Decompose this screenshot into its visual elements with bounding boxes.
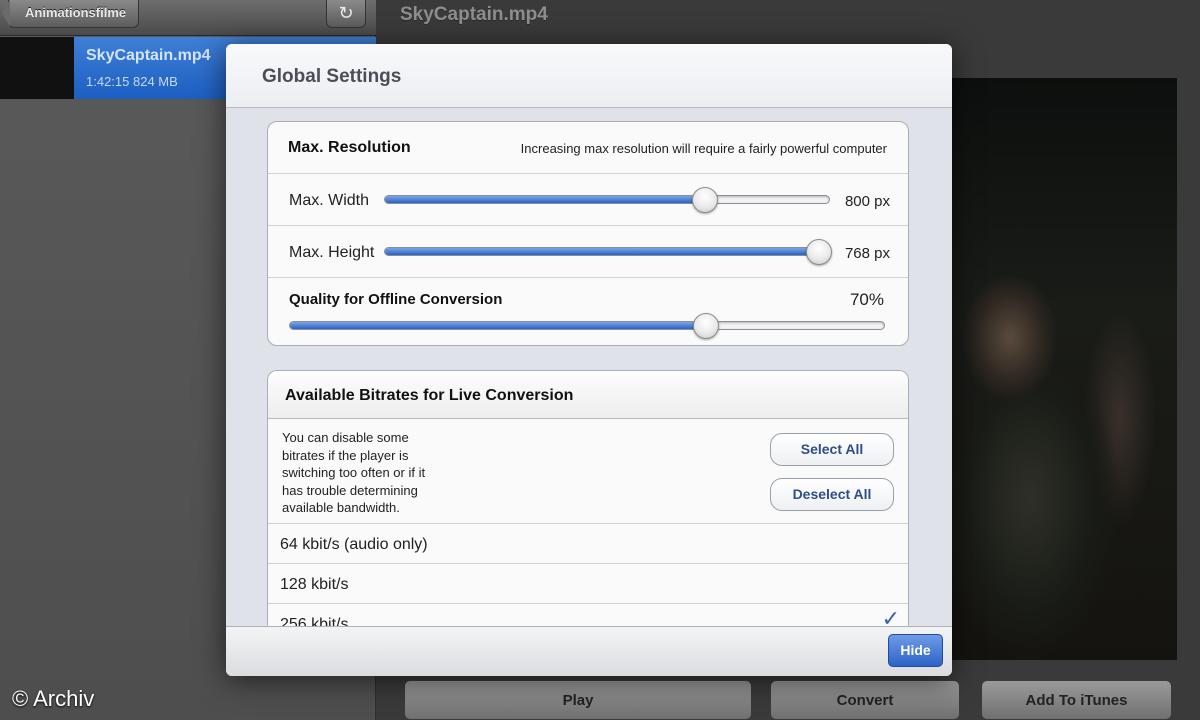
max-height-slider-fill (385, 248, 819, 255)
modal-body[interactable]: Max. Resolution Increasing max resolutio… (226, 109, 952, 626)
deselect-all-button[interactable]: Deselect All (770, 478, 894, 511)
bitrates-description-row: You can disable some bitrates if the pla… (268, 419, 908, 524)
description-line: has trouble determining (282, 482, 418, 498)
resolution-header: Max. Resolution (288, 139, 411, 156)
max-width-slider-thumb[interactable] (691, 187, 718, 213)
max-width-slider[interactable] (384, 187, 830, 213)
quality-value: 70% (849, 290, 884, 309)
quality-slider-fill (290, 322, 706, 329)
bitrate-label: 128 kbit/s (280, 576, 349, 593)
bitrates-header: Available Bitrates for Live Conversion (285, 387, 574, 404)
max-width-row: Max. Width 800 px (268, 174, 908, 226)
hide-button[interactable]: Hide (888, 634, 943, 667)
max-width-slider-fill (385, 196, 705, 203)
select-all-button[interactable]: Select All (770, 433, 894, 466)
modal-title: Global Settings (262, 66, 402, 87)
sidebar-nav-bar: Animationsfilme ↻ (0, 0, 376, 36)
resolution-group: Max. Resolution Increasing max resolutio… (267, 121, 909, 346)
bitrate-row-256[interactable]: 256 kbit/s ✓ (268, 604, 908, 626)
resolution-header-row: Max. Resolution Increasing max resolutio… (268, 122, 908, 174)
video-preview[interactable] (940, 78, 1177, 660)
detail-title: SkyCaptain.mp4 (400, 4, 548, 25)
refresh-icon[interactable]: ↻ (326, 0, 366, 28)
play-button[interactable]: Play (404, 680, 752, 720)
bitrate-row-64[interactable]: 64 kbit/s (audio only) (268, 524, 908, 564)
description-line: You can disable some (282, 430, 409, 445)
max-height-slider-thumb[interactable] (806, 239, 832, 265)
modal-header: Global Settings (226, 44, 952, 108)
bitrate-label: 256 kbit/s (280, 616, 349, 626)
description-line: switching too often or if it (282, 465, 426, 481)
max-width-label: Max. Width (289, 192, 370, 209)
back-button[interactable]: Animationsfilme (1, 0, 140, 28)
checkmark-icon: ✓ (881, 606, 900, 626)
bitrates-description: You can disable some bitrates if the pla… (282, 429, 425, 517)
max-height-label: Max. Height (289, 244, 375, 261)
max-width-value: 800 px (844, 193, 890, 210)
description-line: bitrates if the player is (282, 447, 409, 463)
quality-slider-thumb[interactable] (692, 313, 719, 339)
convert-button[interactable]: Convert (770, 680, 960, 720)
resolution-note: Increasing max resolution will require a… (520, 141, 887, 156)
file-name: SkyCaptain.mp4 (86, 47, 211, 64)
description-line: available bandwidth. (282, 500, 400, 516)
bitrate-row-128[interactable]: 128 kbit/s (268, 564, 908, 604)
quality-row: Quality for Offline Conversion 70% (268, 278, 908, 345)
quality-slider[interactable] (289, 313, 885, 339)
bitrate-label: 64 kbit/s (audio only) (280, 536, 428, 553)
global-settings-modal: Global Settings Max. Resolution Increasi… (226, 44, 952, 676)
bitrates-header-row: Available Bitrates for Live Conversion (268, 371, 908, 419)
max-height-row: Max. Height 768 px (268, 226, 908, 278)
copyright-watermark: © Archiv (12, 686, 95, 711)
max-height-value: 768 px (844, 245, 890, 262)
bitrates-group: Available Bitrates for Live Conversion Y… (267, 370, 909, 626)
quality-label: Quality for Offline Conversion (289, 291, 503, 308)
max-height-slider[interactable] (384, 239, 832, 265)
modal-footer: Hide (226, 626, 952, 676)
add-to-itunes-button[interactable]: Add To iTunes (981, 680, 1172, 720)
file-meta: 1:42:15 824 MB (86, 74, 178, 89)
